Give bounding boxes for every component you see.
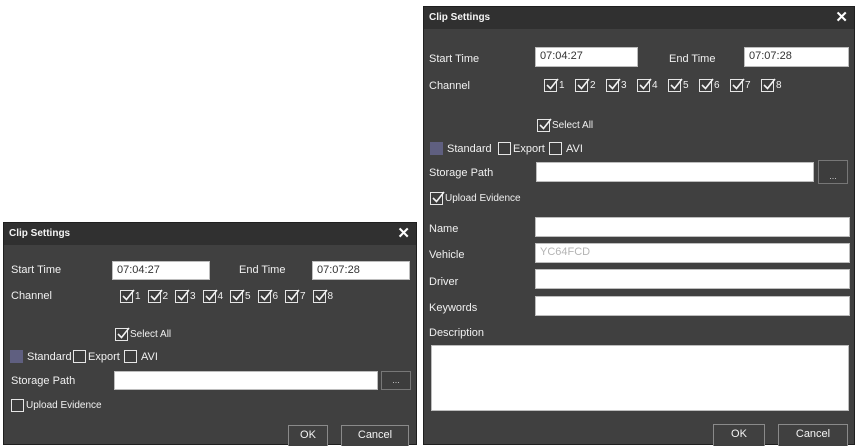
clip-settings-dialog-compact: Clip Settings ✕ Start Time 07:04:27 End … xyxy=(3,222,417,446)
format-avi-label: AVI xyxy=(141,351,158,363)
dialog-title: Clip Settings xyxy=(429,12,491,23)
end-time-input[interactable]: 07:07:28 xyxy=(744,47,849,67)
storage-path-input[interactable] xyxy=(114,371,378,390)
storage-path-label: Storage Path xyxy=(429,167,494,179)
channel-2-label: 2 xyxy=(590,80,596,91)
description-label: Description xyxy=(429,327,485,339)
cancel-button[interactable]: Cancel xyxy=(341,425,409,446)
channel-6-checkbox[interactable] xyxy=(257,289,273,303)
start-time-label: Start Time xyxy=(11,264,62,276)
keywords-input[interactable] xyxy=(535,296,850,316)
name-input[interactable] xyxy=(535,217,850,237)
format-standard-label: Standard xyxy=(447,143,492,155)
channel-3-checkbox[interactable] xyxy=(606,78,621,92)
cancel-button[interactable]: Cancel xyxy=(778,424,848,446)
channel-label: Channel xyxy=(11,290,52,302)
channel-6-label: 6 xyxy=(714,80,720,91)
channel-8-label: 8 xyxy=(327,291,334,302)
channel-5-label: 5 xyxy=(245,291,251,302)
dialog-title: Clip Settings xyxy=(9,228,71,239)
channel-6-label: 6 xyxy=(272,291,279,302)
format-standard-radio[interactable] xyxy=(10,350,23,363)
format-export-radio[interactable] xyxy=(73,350,86,363)
driver-label: Driver xyxy=(429,276,459,288)
ok-button[interactable]: OK xyxy=(713,424,765,446)
upload-evidence-checkbox[interactable] xyxy=(430,191,445,205)
channel-3-label: 3 xyxy=(621,80,627,91)
channel-1-label: 1 xyxy=(135,291,141,302)
browse-button[interactable]: ... xyxy=(818,160,848,184)
upload-evidence-checkbox[interactable] xyxy=(11,399,24,412)
channel-8-checkbox[interactable] xyxy=(761,78,776,92)
format-export-label: Export xyxy=(513,143,545,155)
end-time-input[interactable]: 07:07:28 xyxy=(312,261,410,280)
channel-1-label: 1 xyxy=(559,80,565,91)
channel-3-checkbox[interactable] xyxy=(175,289,190,303)
driver-input[interactable] xyxy=(535,269,850,289)
select-all-checkbox[interactable] xyxy=(115,327,130,341)
channel-6-checkbox[interactable] xyxy=(699,78,714,92)
end-time-label: End Time xyxy=(239,264,286,276)
close-icon[interactable]: ✕ xyxy=(397,225,410,243)
format-avi-radio[interactable] xyxy=(549,142,562,155)
browse-button[interactable]: ... xyxy=(381,371,411,390)
channel-5-checkbox[interactable] xyxy=(230,289,245,303)
format-standard-label: Standard xyxy=(27,351,72,363)
dialog-titlebar: Clip Settings ✕ xyxy=(4,223,416,245)
channel-4-label: 4 xyxy=(652,80,658,91)
channel-4-checkbox[interactable] xyxy=(202,289,218,303)
format-export-radio[interactable] xyxy=(498,142,511,155)
ok-button[interactable]: OK xyxy=(288,425,328,446)
storage-path-label: Storage Path xyxy=(11,375,76,387)
vehicle-input[interactable]: YC64FCD xyxy=(535,243,850,263)
channel-3-label: 3 xyxy=(190,291,196,302)
format-export-label: Export xyxy=(88,351,120,363)
channel-2-checkbox[interactable] xyxy=(147,289,163,303)
format-avi-label: AVI xyxy=(566,143,583,155)
keywords-label: Keywords xyxy=(429,302,478,314)
format-standard-radio[interactable] xyxy=(430,142,443,155)
upload-evidence-label: Upload Evidence xyxy=(445,193,521,204)
channel-2-checkbox[interactable] xyxy=(575,78,590,92)
channel-7-checkbox[interactable] xyxy=(285,289,300,303)
storage-path-input[interactable] xyxy=(536,162,814,182)
channel-8-checkbox[interactable] xyxy=(312,289,328,303)
dialog-titlebar: Clip Settings ✕ xyxy=(424,7,854,29)
channel-7-label: 7 xyxy=(745,80,751,91)
channel-2-label: 2 xyxy=(162,291,169,302)
select-all-checkbox[interactable] xyxy=(537,118,552,132)
start-time-input[interactable]: 07:04:27 xyxy=(112,261,210,280)
channel-label: Channel xyxy=(429,80,470,92)
upload-evidence-label: Upload Evidence xyxy=(26,400,102,411)
select-all-label: Select All xyxy=(552,120,594,131)
select-all-label: Select All xyxy=(130,329,172,340)
end-time-label: End Time xyxy=(669,53,716,65)
format-avi-radio[interactable] xyxy=(124,350,137,363)
channel-1-checkbox[interactable] xyxy=(120,289,135,303)
channel-1-checkbox[interactable] xyxy=(544,78,559,92)
vehicle-label: Vehicle xyxy=(429,249,465,261)
close-icon[interactable]: ✕ xyxy=(835,9,848,27)
description-textarea[interactable] xyxy=(431,345,849,411)
channel-5-checkbox[interactable] xyxy=(668,78,683,92)
start-time-label: Start Time xyxy=(429,53,480,65)
clip-settings-dialog-expanded: Clip Settings ✕ Start Time 07:04:27 End … xyxy=(423,6,855,446)
channel-8-label: 8 xyxy=(776,80,782,91)
name-label: Name xyxy=(429,223,459,235)
channel-7-checkbox[interactable] xyxy=(730,78,745,92)
channel-7-label: 7 xyxy=(300,291,306,302)
start-time-input[interactable]: 07:04:27 xyxy=(535,47,638,67)
channel-4-label: 4 xyxy=(217,291,224,302)
channel-4-checkbox[interactable] xyxy=(637,78,652,92)
channel-5-label: 5 xyxy=(683,80,689,91)
